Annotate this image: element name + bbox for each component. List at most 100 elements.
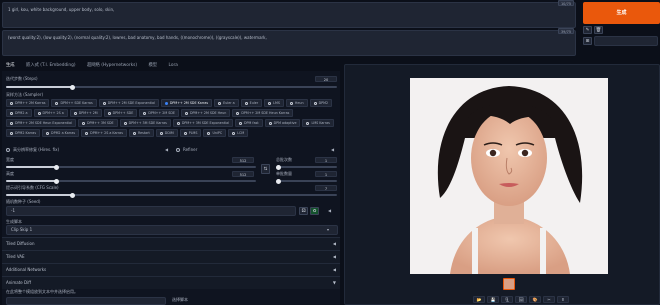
sampler-option[interactable]: DDIM bbox=[155, 129, 178, 137]
sampler-option[interactable]: LCM bbox=[228, 129, 249, 137]
seed-expand-icon[interactable]: ◀ bbox=[328, 208, 331, 213]
sampler-option[interactable]: DPM++ 2M bbox=[69, 109, 102, 117]
accordion-tiled-vae[interactable]: Tiled VAE ◀ bbox=[2, 250, 340, 263]
generate-button[interactable]: 生成 bbox=[583, 2, 660, 24]
steps-slider-handle[interactable] bbox=[70, 84, 75, 90]
cfg-value[interactable]: 7 bbox=[315, 185, 337, 191]
radio-icon bbox=[143, 111, 147, 115]
edit-icon[interactable]: ✎ bbox=[583, 26, 592, 34]
batch-size-slider-handle[interactable] bbox=[276, 178, 281, 184]
swap-dimensions-icon[interactable]: ⇅ bbox=[261, 164, 270, 174]
sampler-option[interactable]: DPM++ SDE bbox=[103, 109, 138, 117]
hires-fix-row[interactable]: 高分辨率修复 (Hires. fix) bbox=[6, 147, 166, 153]
sampler-option[interactable]: Heun bbox=[285, 99, 308, 107]
trash-icon[interactable]: 🗑 bbox=[594, 26, 603, 34]
height-value[interactable]: 512 bbox=[232, 171, 254, 177]
sampler-option[interactable]: DPM++ 2M SDE bbox=[139, 109, 179, 117]
sampler-option[interactable]: DPM++ 2S a bbox=[33, 109, 68, 117]
sampler-option[interactable]: PLMS bbox=[179, 129, 202, 137]
thumbnail[interactable] bbox=[503, 278, 515, 290]
upload-icon[interactable]: ⬆ bbox=[557, 296, 569, 303]
sampler-option[interactable]: DPM++ 3M SDE bbox=[77, 119, 118, 127]
sampler-option[interactable]: UniPC bbox=[203, 129, 227, 137]
accordion-animate-diff[interactable]: Animate Diff ▼ bbox=[2, 276, 340, 289]
save-icon[interactable]: 💾 bbox=[487, 296, 499, 303]
sampler-option[interactable]: Euler a bbox=[214, 99, 239, 107]
dice-icon[interactable]: ⚄ bbox=[299, 207, 308, 215]
tab-embedding[interactable]: 嵌入式 (T.I. Embedding) bbox=[26, 63, 75, 68]
sampler-option[interactable]: DPM fast bbox=[235, 119, 263, 127]
steps-value[interactable]: 20 bbox=[315, 76, 337, 82]
script-dropdown[interactable]: Clip Skip 1 bbox=[6, 225, 338, 235]
radio-icon bbox=[184, 111, 188, 115]
batch-size-slider[interactable] bbox=[276, 178, 337, 184]
folder-icon[interactable]: 📂 bbox=[473, 296, 485, 303]
sampler-option[interactable]: Restart bbox=[128, 129, 154, 137]
tab-hypernetworks[interactable]: 超网络 (Hypernetworks) bbox=[87, 63, 137, 68]
sampler-option-label: DPM++ SDE bbox=[112, 111, 134, 115]
sampler-option[interactable]: DPM++ 2S a Karras bbox=[81, 129, 127, 137]
recycle-icon[interactable]: ♻ bbox=[310, 207, 319, 215]
accordion-additional-networks[interactable]: Additional Networks ◀ bbox=[2, 263, 340, 276]
sampler-option-label: DPM adaptive bbox=[273, 121, 297, 125]
hires-fix-checkbox[interactable] bbox=[6, 147, 10, 152]
sampler-option[interactable]: DPM2 bbox=[309, 99, 333, 107]
positive-prompt-input[interactable]: 1 girl, kou, white background, upper bod… bbox=[2, 2, 576, 28]
sampler-option-label: DPM++ 2S a bbox=[42, 111, 64, 115]
refiner-expand-icon[interactable]: ◀ bbox=[331, 147, 334, 152]
sampler-option[interactable]: DPM adaptive bbox=[264, 119, 301, 127]
sampler-option[interactable]: DPM++ 2M SDE Exponential bbox=[98, 99, 159, 107]
sampler-option[interactable]: DPM2 Karras bbox=[6, 129, 41, 137]
steps-slider[interactable] bbox=[6, 84, 337, 90]
accordion-tiled-diffusion[interactable]: Tiled Diffusion ◀ bbox=[2, 237, 340, 250]
send-to-img2img-icon[interactable]: 🖼 bbox=[515, 296, 527, 303]
sampler-option-label: DPM++ 3M SDE Karras bbox=[128, 121, 167, 125]
height-slider[interactable] bbox=[6, 178, 256, 184]
sampler-option-label: Euler bbox=[249, 101, 259, 105]
sampler-option-label: DPM++ 2M SDE Heun Karras bbox=[241, 111, 290, 115]
sampler-option[interactable]: DPM++ 2M Karras bbox=[6, 99, 50, 107]
sampler-option[interactable]: DPM++ 2M SDE Heun bbox=[180, 109, 231, 117]
sampler-option[interactable]: DPM++ SDE Karras bbox=[51, 99, 97, 107]
sampler-option[interactable]: DPM++ 3M SDE Exponential bbox=[172, 119, 234, 127]
tab-generate[interactable]: 生成 bbox=[6, 63, 15, 68]
tab-lora[interactable]: Lora bbox=[169, 63, 178, 68]
width-value[interactable]: 512 bbox=[232, 157, 254, 163]
sampler-option[interactable]: DPM++ 2M SDE Heun Exponential bbox=[6, 119, 76, 127]
send-to-inpaint-icon[interactable]: 🎨 bbox=[529, 296, 541, 303]
sampler-option[interactable]: DPM++ 2M SDE Heun Karras bbox=[232, 109, 294, 117]
batch-size-value[interactable]: 1 bbox=[315, 171, 337, 177]
cfg-slider-handle[interactable] bbox=[70, 192, 75, 198]
sampler-option[interactable]: DPM++ 2M SDE Karras bbox=[160, 99, 213, 107]
batch-count-slider-handle[interactable] bbox=[276, 164, 281, 170]
sampler-option[interactable]: DPM2 a bbox=[6, 109, 32, 117]
tab-models[interactable]: 模型 bbox=[149, 63, 158, 68]
batch-count-value[interactable]: 1 bbox=[315, 157, 337, 163]
zip-icon[interactable]: 🗜 bbox=[501, 296, 513, 303]
sampler-option[interactable]: LMS bbox=[264, 99, 284, 107]
send-to-extras-icon[interactable]: ✂ bbox=[543, 296, 555, 303]
radio-icon bbox=[164, 101, 168, 105]
motion-module-select[interactable] bbox=[6, 297, 166, 305]
style-apply-icon[interactable]: ⊞ bbox=[583, 37, 592, 45]
refiner-row[interactable]: Refiner bbox=[176, 147, 197, 153]
sampler-option[interactable]: Euler bbox=[240, 99, 263, 107]
sampler-option-label: LMS bbox=[273, 101, 280, 105]
sampler-option[interactable]: DPM++ 3M SDE Karras bbox=[119, 119, 171, 127]
cfg-slider[interactable] bbox=[6, 192, 337, 198]
sampler-option-label: Euler a bbox=[223, 101, 235, 105]
generated-image[interactable] bbox=[410, 78, 608, 274]
style-select[interactable] bbox=[594, 36, 658, 46]
negative-prompt-input[interactable]: (worst quality:2), (low quality:2), (nor… bbox=[2, 30, 576, 56]
sampler-option[interactable]: DPM2 a Karras bbox=[42, 129, 80, 137]
height-slider-handle[interactable] bbox=[54, 178, 59, 184]
width-slider[interactable] bbox=[6, 164, 256, 170]
batch-count-slider[interactable] bbox=[276, 164, 337, 170]
refiner-checkbox[interactable] bbox=[176, 147, 180, 152]
width-slider-handle[interactable] bbox=[54, 164, 59, 170]
hires-fix-expand-icon[interactable]: ◀ bbox=[165, 147, 168, 152]
seed-input[interactable]: -1 bbox=[6, 206, 296, 216]
accordion-label: Additional Networks bbox=[6, 267, 47, 272]
sampler-option[interactable]: LMS Karras bbox=[302, 119, 334, 127]
sampler-option-label: PLMS bbox=[188, 131, 198, 135]
